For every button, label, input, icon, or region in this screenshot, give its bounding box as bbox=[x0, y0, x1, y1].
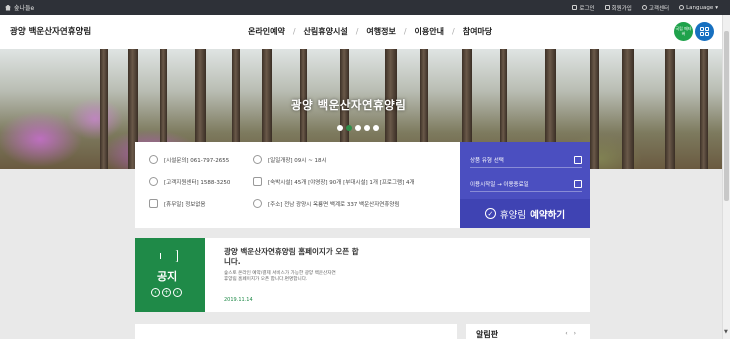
facility-type-select[interactable]: 상품 유형 선택 bbox=[470, 156, 582, 168]
slide-dot[interactable] bbox=[364, 125, 370, 131]
tree-trunk bbox=[700, 49, 708, 169]
slide-dot[interactable] bbox=[355, 125, 361, 131]
calendar-icon bbox=[574, 180, 582, 188]
customer-center-link[interactable]: 고객센터 bbox=[641, 4, 669, 12]
megaphone-icon bbox=[160, 250, 178, 262]
content-card bbox=[135, 324, 457, 339]
site-header: 광양 백운산자연휴양림 온라인예약 / 산림휴양시설 / 여행정보 / 이용안내… bbox=[0, 15, 730, 49]
calendar-icon bbox=[149, 199, 158, 208]
nav-separator: / bbox=[355, 27, 359, 36]
hero-title: 광양 백운산자연휴양림 bbox=[291, 98, 407, 112]
slide-dot[interactable] bbox=[373, 125, 379, 131]
nav-separator: / bbox=[403, 27, 407, 36]
language-select[interactable]: Language ▾ bbox=[679, 5, 718, 11]
tree-trunk bbox=[100, 49, 108, 169]
user-icon bbox=[604, 5, 610, 10]
tree-trunk bbox=[665, 49, 675, 169]
slide-indicators bbox=[337, 125, 379, 131]
house-icon bbox=[574, 156, 582, 164]
page-scrollbar[interactable]: ▼ bbox=[722, 15, 730, 339]
site-logo[interactable]: 광양 백운산자연휴양림 bbox=[10, 25, 91, 37]
signup-link[interactable]: 회원가입 bbox=[604, 4, 632, 12]
headset-icon bbox=[641, 5, 647, 10]
main-nav: 온라인예약 / 산림휴양시설 / 여행정보 / 이용안내 / 참여마당 bbox=[248, 26, 492, 37]
info-contact: [시설문의] 061-797-2655 bbox=[149, 155, 229, 164]
top-bar: 숲나들e 로그인 회원가입 고객센터 Language ▾ bbox=[0, 0, 730, 15]
nav-participation[interactable]: 참여마당 bbox=[463, 26, 492, 37]
scrollbar-thumb[interactable] bbox=[724, 31, 729, 201]
metaverse-button[interactable]: 국립 메타버 bbox=[674, 22, 693, 41]
clock-icon bbox=[253, 155, 262, 164]
all-menu-button[interactable] bbox=[695, 22, 714, 41]
notice-date: 2019.11.14 bbox=[224, 297, 253, 303]
tree-trunk bbox=[622, 49, 634, 169]
login-link[interactable]: 로그인 bbox=[572, 4, 595, 12]
nav-separator: / bbox=[452, 27, 455, 36]
tree-trunk bbox=[590, 49, 599, 169]
notice-panel: 공지 ‹ + › 광양 백운산자연휴양림 홈페이지가 오픈 합니다. 숲스토 온… bbox=[135, 238, 590, 312]
login-icon bbox=[572, 5, 578, 10]
check-circle-icon: ✓ bbox=[484, 208, 496, 219]
date-range-select[interactable]: 이용시작일 → 이용종료일 bbox=[470, 180, 582, 192]
chevron-down-icon: ▾ bbox=[715, 4, 718, 11]
board-card: 알림판 ‹ › bbox=[466, 324, 590, 339]
notice-badge: 공지 ‹ + › bbox=[135, 238, 205, 312]
nav-separator: / bbox=[292, 27, 296, 36]
nav-travel-info[interactable]: 여행정보 bbox=[366, 26, 395, 37]
phone-icon bbox=[149, 155, 158, 164]
notice-more-button[interactable]: + bbox=[162, 288, 171, 297]
notice-controls: ‹ + › bbox=[151, 288, 182, 297]
slide-dot[interactable] bbox=[337, 125, 343, 131]
location-pin-icon bbox=[253, 199, 262, 208]
slide-dot-active[interactable] bbox=[346, 125, 352, 131]
notice-prev-button[interactable]: ‹ bbox=[151, 288, 160, 297]
home-icon bbox=[5, 4, 11, 11]
board-arrows[interactable]: ‹ › bbox=[565, 330, 578, 337]
nav-facilities[interactable]: 산림휴양시설 bbox=[304, 26, 348, 37]
globe-icon bbox=[679, 5, 685, 10]
info-lodging: [숙박시설] 45개 [야영장] 90개 [부대시설] 1개 [프로그램] 4개 bbox=[253, 177, 415, 186]
board-title: 알림판 bbox=[476, 330, 499, 339]
scroll-down-arrow-icon[interactable]: ▼ bbox=[724, 329, 728, 335]
facility-info-panel: [시설문의] 061-797-2655 [일일개장] 09시 ~ 18시 [고객… bbox=[135, 142, 460, 228]
notice-body: 숲스토 온라인 예약/결제 서비스가 가능한 광양 백운산자연휴양림 홈페이지가… bbox=[224, 271, 336, 283]
nav-online-reservation[interactable]: 온라인예약 bbox=[248, 26, 285, 37]
grid-menu-icon bbox=[700, 27, 709, 36]
info-address: [주소] 전남 광양시 옥룡면 백계로 337 백운산자연휴양림 bbox=[253, 199, 400, 208]
site-label: 숲나들e bbox=[14, 5, 35, 12]
nav-usage-guide[interactable]: 이용안내 bbox=[415, 26, 444, 37]
notice-headline[interactable]: 광양 백운산자연휴양림 홈페이지가 오픈 합니다. bbox=[224, 247, 364, 267]
house-icon bbox=[253, 177, 262, 186]
info-closed: [휴무일] 정보없음 bbox=[149, 199, 205, 208]
reserve-button[interactable]: ✓ 휴양림 예약하기 bbox=[460, 199, 590, 228]
phone-icon bbox=[149, 177, 158, 186]
notice-next-button[interactable]: › bbox=[173, 288, 182, 297]
info-hours: [일일개장] 09시 ~ 18시 bbox=[253, 155, 327, 164]
reservation-widget: 상품 유형 선택 이용시작일 → 이용종료일 ✓ 휴양림 예약하기 bbox=[460, 142, 590, 228]
site-link[interactable]: 숲나들e bbox=[5, 3, 34, 12]
utility-links: 로그인 회원가입 고객센터 Language ▾ bbox=[572, 4, 718, 12]
info-support: [고객지원센터] 1588-3250 bbox=[149, 177, 230, 186]
